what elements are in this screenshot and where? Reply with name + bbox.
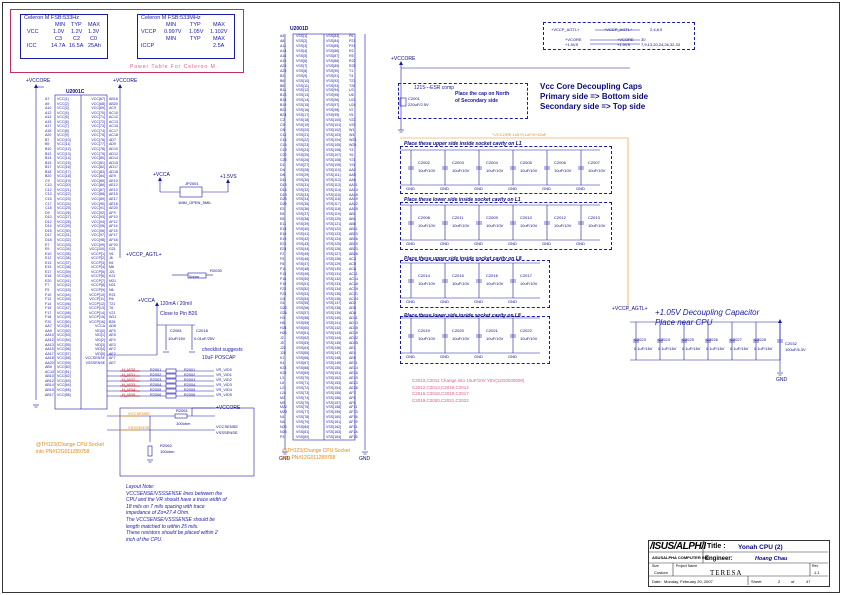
title-block-lines [648, 540, 828, 585]
